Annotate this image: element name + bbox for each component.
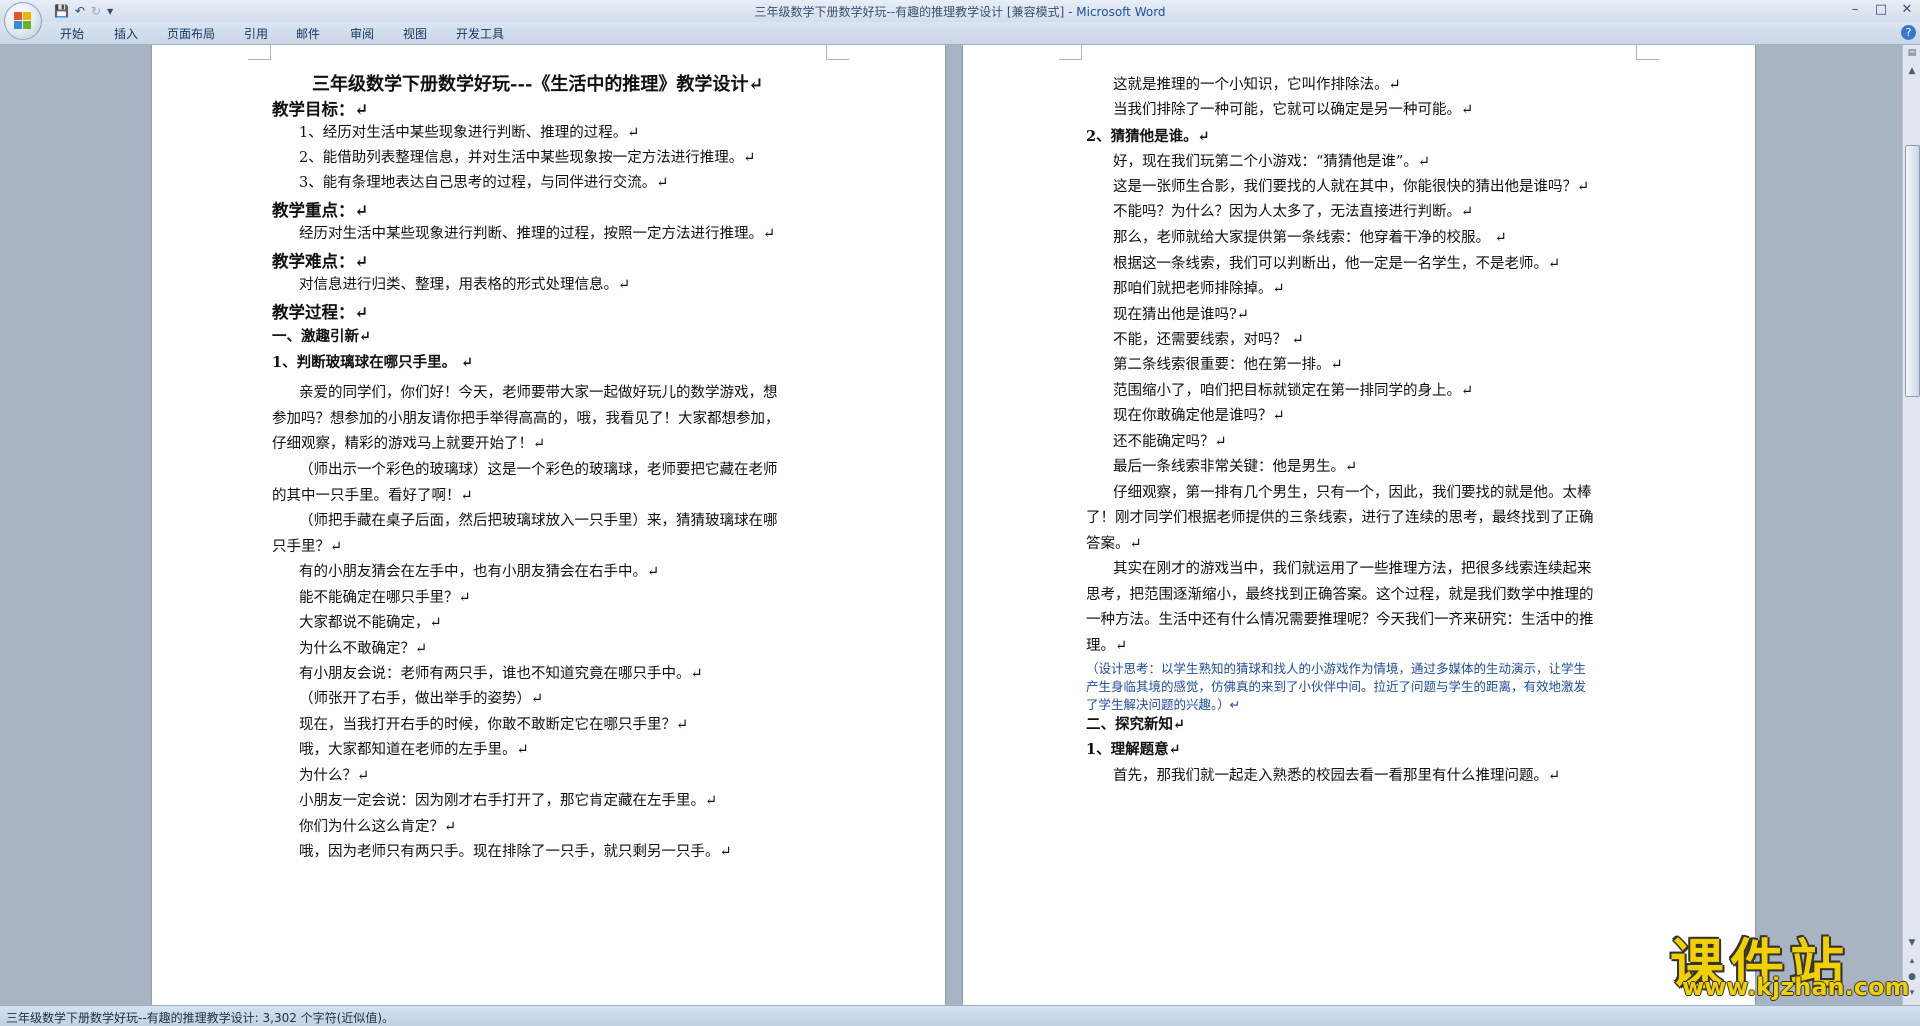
document-text-line: 不能，还需要线索，对吗？ ↵ [1113, 332, 1304, 348]
tab-home[interactable]: 开始 [60, 25, 84, 42]
tab-page-layout[interactable]: 页面布局 [167, 25, 215, 42]
window-title: 三年级数学下册数学好玩--有趣的推理教学设计 [兼容模式] - Microsof… [754, 5, 1166, 19]
tab-insert[interactable]: 插入 [114, 25, 138, 42]
document-page-1[interactable]: 三年级数学下册数学好玩---《生活中的推理》教学设计↵ 教学目标：↵ 1、经历对生活… [152, 45, 945, 1005]
scroll-up-icon[interactable]: ▲ [1904, 63, 1920, 79]
document-text-line: （师张开了右手，做出举手的姿势）↵ [299, 691, 544, 707]
document-heading: 教学目标：↵ [272, 100, 369, 119]
document-text-line: 最后一条线索非常关键：他是男生。↵ [1113, 459, 1358, 475]
document-text-line: 现在你敢确定他是谁吗？↵ [1113, 408, 1285, 424]
minimize-button[interactable]: – [1842, 0, 1868, 22]
scroll-down-icon[interactable]: ▼ [1904, 935, 1920, 951]
document-text-line: 思考，把范围逐渐缩小，最终找到正确答案。这个过程，就是我们数学中推理的 [1086, 587, 1594, 603]
document-text-line: 不能吗？为什么？因为人太多了，无法直接进行判断。↵ [1113, 204, 1474, 220]
document-text-line: （师把手藏在桌子后面，然后把玻璃球放入一只手里）来，猜猜玻璃球在哪 [299, 513, 778, 529]
document-text-line: 第二条线索很重要：他在第一排。↵ [1113, 357, 1343, 373]
document-text-line: 哦，因为老师只有两只手。现在排除了一只手，就只剩另一只手。↵ [299, 844, 732, 860]
document-text-line: 1、经历对生活中某些现象进行判断、推理的过程。↵ [299, 125, 640, 141]
document-text-line: 参加吗？想参加的小朋友请你把手举得高高的，哦，我看见了！大家都想参加， [272, 411, 780, 427]
tab-mailings[interactable]: 邮件 [296, 25, 320, 42]
close-button[interactable]: ✕ [1894, 0, 1920, 22]
design-note-text: 产生身临其境的感觉，仿佛真的来到了小伙伴中间。拉近了问题与学生的距离，有效地激发 [1086, 679, 1587, 694]
document-text-line: 一种方法。生活中还有什么情况需要推理呢？今天我们一齐来研究：生活中的推 [1086, 612, 1594, 628]
office-logo-icon [14, 12, 32, 30]
document-text-line: 3、能有条理地表达自己思考的过程，与同伴进行交流。↵ [299, 175, 669, 191]
ruler-toggle-icon[interactable]: ▤ [1904, 45, 1920, 61]
document-text-line: 对信息进行归类、整理，用表格的形式处理信息。↵ [299, 277, 631, 293]
document-text-line: 其实在刚才的游戏当中，我们就运用了一些推理方法，把很多线索连续起来 [1113, 561, 1592, 577]
document-text-line: 还不能确定吗？↵ [1113, 434, 1227, 450]
document-text-line: （师出示一个彩色的玻璃球）这是一个彩色的玻璃球，老师要把它藏在老师 [299, 462, 778, 478]
scroll-thumb[interactable] [1905, 145, 1920, 397]
document-text-line: 仔细观察，第一排有几个男生，只有一个，因此，我们要找的就是他。太棒 [1113, 485, 1592, 501]
margin-corner [248, 45, 271, 60]
previous-page-icon[interactable]: ▴ [1904, 953, 1920, 969]
document-text-line: 小朋友一定会说：因为刚才右手打开了，那它肯定藏在左手里。↵ [299, 793, 718, 809]
document-text-line: 为什么不敢确定？↵ [299, 641, 428, 657]
document-text-line: 好，现在我们玩第二个小游戏：“猜猜他是谁”。↵ [1113, 154, 1430, 170]
vertical-scrollbar[interactable]: ▤ ▲ ▼ ▴ ● ▾ [1902, 45, 1920, 1005]
document-text-line: 这就是推理的一个小知识，它叫作排除法。↵ [1113, 77, 1401, 93]
document-heading: 2、猜猜他是谁。↵ [1086, 128, 1210, 145]
document-heading: 1、判断玻璃球在哪只手里。 ↵ [272, 354, 474, 371]
document-text-line: 当我们排除了一种可能，它就可以确定是另一种可能。↵ [1113, 102, 1474, 118]
document-text-line: 答案。↵ [1086, 536, 1142, 552]
tab-developer[interactable]: 开发工具 [456, 25, 504, 42]
margin-corner [1636, 45, 1659, 60]
margin-corner [826, 45, 849, 60]
document-heading: 教学难点：↵ [272, 252, 369, 271]
tab-view[interactable]: 视图 [403, 25, 427, 42]
document-area[interactable]: 三年级数学下册数学好玩---《生活中的推理》教学设计↵ 教学目标：↵ 1、经历对生活… [0, 45, 1902, 1005]
margin-corner [1059, 45, 1082, 60]
document-text-line: 那么，老师就给大家提供第一条线索：他穿着干净的校服。 ↵ [1113, 230, 1507, 246]
design-note-text: （设计思考：以学生熟知的猜球和找人的小游戏作为情境，通过多媒体的生动演示，让学生 [1086, 661, 1587, 676]
office-button[interactable] [4, 2, 42, 40]
document-page-2[interactable]: 这就是推理的一个小知识，它叫作排除法。↵ 当我们排除了一种可能，它就可以确定是另一… [963, 45, 1755, 1005]
status-text: 三年级数学下册数学好玩--有趣的推理教学设计: 3,302 个字符(近似值)。 [6, 1011, 395, 1025]
document-text-line: 哦，大家都知道在老师的左手里。↵ [299, 742, 529, 758]
title-bar: 💾 ↶ ↻ ▾ 三年级数学下册数学好玩--有趣的推理教学设计 [兼容模式] - … [0, 0, 1920, 22]
ribbon-tabs: 开始 插入 页面布局 引用 邮件 审阅 视图 开发工具 ? [0, 22, 1920, 45]
document-text-line: 仔细观察，精彩的游戏马上就要开始了！↵ [272, 436, 546, 452]
document-heading: 二、探究新知↵ [1086, 716, 1186, 733]
help-icon[interactable]: ? [1901, 25, 1916, 40]
document-text-line: 经历对生活中某些现象进行判断、推理的过程，按照一定方法进行推理。↵ [299, 226, 776, 242]
window-controls: – □ ✕ [1842, 0, 1920, 22]
document-text-line: 了！刚才同学们根据老师提供的三条线索，进行了连续的思考，最终找到了正确 [1086, 510, 1594, 526]
document-text-line: 你们为什么这么肯定？↵ [299, 819, 457, 835]
document-heading: 教学过程：↵ [272, 303, 369, 322]
tab-review[interactable]: 审阅 [350, 25, 374, 42]
document-text-line: 根据这一条线索，我们可以判断出，他一定是一名学生，不是老师。↵ [1113, 256, 1561, 272]
document-text-line: 现在猜出他是谁吗?↵ [1113, 307, 1249, 323]
document-text-line: 有的小朋友猜会在左手中，也有小朋友猜会在右手中。↵ [299, 564, 660, 580]
document-text-line: 亲爱的同学们，你们好！今天，老师要带大家一起做好玩儿的数学游戏，想 [299, 385, 778, 401]
document-text-line: 那咱们就把老师排除掉。↵ [1113, 281, 1285, 297]
document-text-line: 有小朋友会说：老师有两只手，谁也不知道究竟在哪只手中。↵ [299, 666, 703, 682]
document-text-line: 这是一张师生合影，我们要找的人就在其中，你能很快的猜出他是谁吗？↵ [1113, 179, 1590, 195]
document-heading: 三年级数学下册数学好玩---《生活中的推理》教学设计↵ [312, 74, 764, 95]
tab-references[interactable]: 引用 [244, 25, 268, 42]
watermark-url: www.kjzhan.com [1682, 973, 1910, 1001]
status-bar: 三年级数学下册数学好玩--有趣的推理教学设计: 3,302 个字符(近似值)。 [0, 1005, 1920, 1026]
design-note-text: 了学生解决问题的兴趣。）↵ [1086, 697, 1241, 712]
document-text-line: 2、能借助列表整理信息，并对生活中某些现象按一定方法进行推理。↵ [299, 150, 756, 166]
document-text-line: 为什么？↵ [299, 768, 370, 784]
document-text-line: 理。↵ [1086, 638, 1128, 654]
maximize-button[interactable]: □ [1868, 0, 1894, 22]
document-heading: 一、激趣引新↵ [272, 328, 372, 345]
document-text-line: 能不能确定在哪只手里？↵ [299, 590, 471, 606]
document-text-line: 现在，当我打开右手的时候，你敢不敢断定它在哪只手里？↵ [299, 717, 689, 733]
document-text-line: 大家都说不能确定，↵ [299, 615, 442, 631]
document-text-line: 只手里？↵ [272, 539, 343, 555]
document-text-line: 的其中一只手里。看好了啊！↵ [272, 488, 473, 504]
document-text-line: 范围缩小了，咱们把目标就锁定在第一排同学的身上。↵ [1113, 383, 1474, 399]
document-text-line: 首先，那我们就一起走入熟悉的校园去看一看那里有什么推理问题。↵ [1113, 768, 1561, 784]
document-heading: 教学重点：↵ [272, 201, 369, 220]
document-heading: 1、理解题意↵ [1086, 741, 1181, 758]
